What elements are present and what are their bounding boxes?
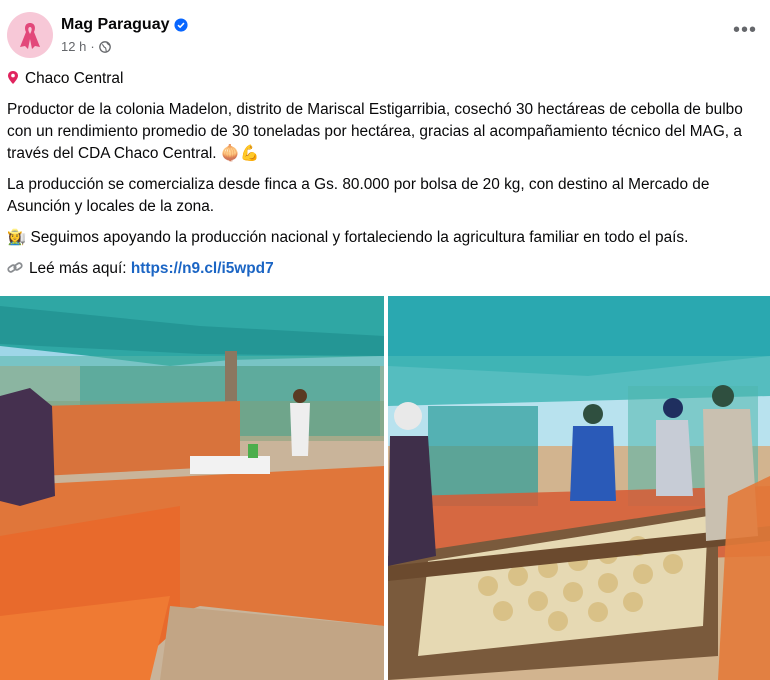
paragraph-2: La producción se comercializa desde finc… xyxy=(7,176,710,215)
location-line: Chaco Central xyxy=(7,68,765,90)
paragraph-1: Productor de la colonia Madelon, distrit… xyxy=(7,99,765,165)
meta-separator: · xyxy=(90,39,95,54)
pin-icon xyxy=(8,71,18,84)
paragraph-3-text: Seguimos apoyando la producción nacional… xyxy=(30,229,689,246)
page-avatar[interactable] xyxy=(7,12,53,58)
verified-badge-icon xyxy=(174,18,189,32)
farmer-emoji: 👩‍🌾 xyxy=(7,229,27,246)
post-meta: 12 h · xyxy=(61,39,111,54)
read-more-label: Leé más aquí: xyxy=(29,260,127,277)
photo-onion-bags-field[interactable] xyxy=(0,296,384,680)
post-header: Mag Paraguay 12 h · ••• xyxy=(7,11,763,59)
read-more-line: Leé más aquí: https://n9.cl/i5wpd7 xyxy=(7,258,765,280)
location-text: Chaco Central xyxy=(25,70,124,87)
post-body: Chaco Central Productor de la colonia Ma… xyxy=(7,68,765,289)
page-name[interactable]: Mag Paraguay xyxy=(61,16,189,34)
more-options-button[interactable]: ••• xyxy=(733,20,757,40)
onion-bags-illustration xyxy=(0,296,384,680)
read-more-link[interactable]: https://n9.cl/i5wpd7 xyxy=(131,260,274,277)
onion-inspection-illustration xyxy=(388,296,770,680)
pink-ribbon-icon xyxy=(20,23,40,49)
page-name-text[interactable]: Mag Paraguay xyxy=(61,16,169,34)
onion-muscle-emoji: 🧅💪 xyxy=(220,145,260,162)
link-icon xyxy=(7,262,23,273)
globe-icon xyxy=(98,40,111,53)
paragraph-1-text: Productor de la colonia Madelon, distrit… xyxy=(7,101,743,162)
paragraph-3: 👩‍🌾 Seguimos apoyando la producción naci… xyxy=(7,227,765,249)
post-time[interactable]: 12 h xyxy=(61,39,86,54)
photo-inspecting-onions[interactable] xyxy=(388,296,770,680)
